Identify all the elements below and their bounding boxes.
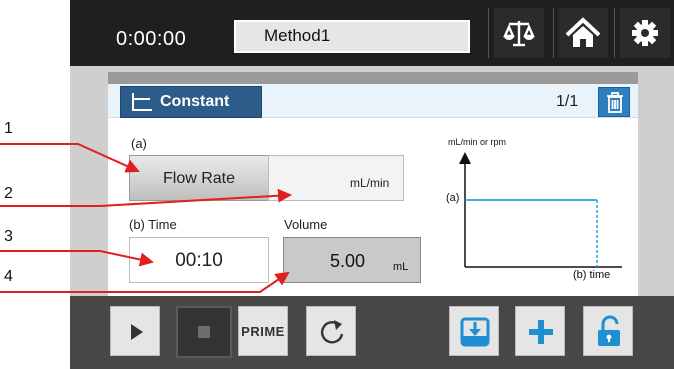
callout-arrow-4	[0, 271, 290, 293]
callout-arrow-3	[0, 250, 154, 267]
callout-arrow-2	[0, 188, 292, 207]
callout-arrow-1	[0, 143, 140, 173]
callout-arrows	[0, 143, 292, 293]
